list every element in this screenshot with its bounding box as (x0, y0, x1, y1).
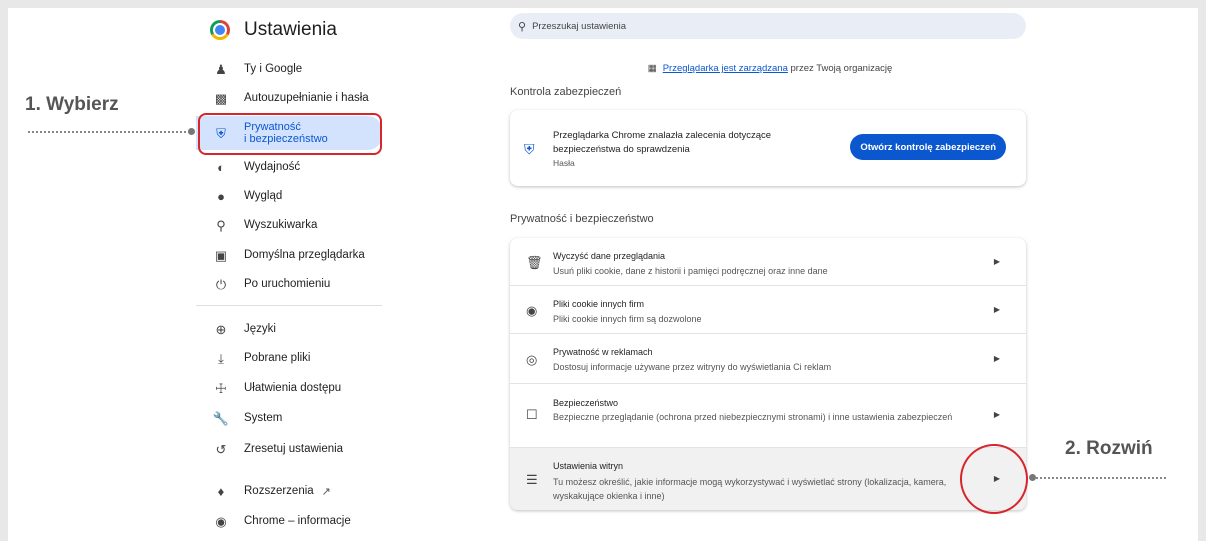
chrome-logo-icon (210, 20, 230, 40)
row-title: Ustawienia witryn (553, 461, 624, 471)
privacy-highlight-box (198, 113, 382, 155)
sidebar-item-reset[interactable]: ↺ Zresetuj ustawienia (196, 435, 382, 463)
sidebar-item-performance[interactable]: ◐ Wydajność (196, 153, 382, 181)
wrench-icon: 🔧 (212, 410, 230, 426)
search-input[interactable]: Przeszukaj ustawienia (532, 21, 626, 32)
safety-check-card: ⛨ Przeglądarka Chrome znalazła zalecenia… (510, 110, 1026, 186)
row-desc: Bezpieczne przeglądanie (ochrona przed n… (553, 412, 953, 422)
sidebar-item-label: System (244, 411, 283, 424)
external-link-icon: ↗ (321, 485, 331, 498)
safety-check-title: Kontrola zabezpieczeń (510, 86, 622, 98)
step1-dotted-line (28, 131, 190, 133)
page-title: Ustawienia (244, 19, 337, 40)
settings-sidebar: Ustawienia ♟ Ty i Google ▩ Autouzupełnia… (196, 10, 390, 541)
managed-text: przez Twoją organizację (787, 63, 893, 74)
lock-icon: ☐ (526, 407, 538, 422)
shield-check-icon: ⛨ (524, 141, 535, 157)
sidebar-item-label: Ty i Google (244, 62, 303, 75)
sidebar-item-label: Zresetuj ustawienia (244, 442, 344, 455)
trash-icon: 🗑 (526, 255, 543, 270)
building-icon: ▦ (647, 63, 657, 74)
power-icon: ⏻ (215, 276, 227, 292)
managed-link[interactable]: Przeglądarka jest zarządzana (663, 63, 788, 74)
puzzle-icon: ♦ (217, 483, 225, 499)
row-site-settings[interactable]: ☰ Ustawienia witryn Tu możesz określić, … (510, 448, 1026, 510)
search-icon: ⚲ (216, 217, 226, 233)
sidebar-item-label: Języki (244, 322, 276, 335)
step1-annotation: 1. Wybierz (25, 94, 119, 115)
palette-icon: ● (217, 188, 225, 204)
step2-dotted-line (1036, 477, 1166, 479)
row-third-party-cookies[interactable]: ◉ Pliki cookie innych firm Pliki cookie … (510, 286, 1026, 334)
sidebar-divider (196, 305, 382, 306)
row-title: Pliki cookie innych firm (553, 299, 645, 309)
ads-privacy-icon: ◎ (526, 352, 538, 367)
download-icon: ⤓ (218, 350, 224, 366)
sidebar-item-label: Pobrane pliki (244, 351, 311, 364)
browser-icon: ▣ (214, 247, 228, 263)
row-clear-browsing-data[interactable]: 🗑 Wyczyść dane przeglądania Usuń pliki c… (510, 238, 1026, 286)
sidebar-item-label: Autouzupełnianie i hasła (244, 91, 369, 104)
sidebar-item-label: Wygląd (244, 189, 283, 202)
chevron-right-icon: ▶ (993, 305, 1000, 314)
managed-notice: ▦ Przeglądarka jest zarządzana przez Twoj… (510, 63, 1030, 74)
sidebar-item-downloads[interactable]: ⤓ Pobrane pliki (196, 344, 382, 372)
privacy-list-card: 🗑 Wyczyść dane przeglądania Usuń pliki c… (510, 238, 1026, 510)
sidebar-item-you-and-google[interactable]: ♟ Ty i Google (196, 55, 382, 83)
chevron-right-icon: ▶ (993, 257, 1000, 266)
reset-icon: ↺ (215, 441, 227, 457)
row-desc: Pliki cookie innych firm są dozwolone (553, 314, 702, 324)
privacy-section-title: Prywatność i bezpieczeństwo (510, 213, 654, 225)
sidebar-item-search-engine[interactable]: ⚲ Wyszukiwarka (196, 211, 382, 239)
row-title: Prywatność w reklamach (553, 347, 653, 357)
person-icon: ♟ (215, 61, 227, 77)
sidebar-item-accessibility[interactable]: ☩ Ułatwienia dostępu (196, 374, 382, 402)
safety-check-line1: Przeglądarka Chrome znalazła zalecenia d… (553, 130, 772, 141)
cookie-icon: ◉ (526, 303, 538, 318)
sidebar-item-label: Ułatwienia dostępu (244, 381, 342, 394)
sidebar-item-extensions[interactable]: ♦ Rozszerzenia ↗ (196, 477, 382, 505)
chrome-icon: ◉ (215, 513, 227, 529)
sidebar-item-autofill[interactable]: ▩ Autouzupełnianie i hasła (196, 84, 382, 112)
search-icon: ⚲ (518, 20, 527, 33)
chevron-right-icon: ▶ (993, 410, 1000, 419)
row-title: Wyczyść dane przeglądania (553, 251, 665, 261)
sidebar-item-languages[interactable]: ⊕ Języki (196, 315, 382, 343)
sidebar-item-on-startup[interactable]: ⏻ Po uruchomieniu (196, 270, 382, 298)
sidebar-item-label: Po uruchomieniu (244, 277, 331, 290)
sidebar-item-label: Chrome – informacje (244, 514, 351, 527)
step2-dot (1029, 474, 1036, 481)
expand-highlight-circle (960, 444, 1028, 514)
safety-check-sub: Hasła (553, 158, 575, 168)
search-bar[interactable]: ⚲ Przeszukaj ustawienia (510, 13, 1026, 39)
accessibility-icon: ☩ (215, 380, 227, 396)
sidebar-item-label: Domyślna przeglądarka (244, 248, 365, 261)
globe-icon: ⊕ (215, 321, 227, 337)
sidebar-item-appearance[interactable]: ● Wygląd (196, 182, 382, 210)
sliders-icon: ☰ (526, 472, 538, 487)
row-security[interactable]: ☐ Bezpieczeństwo Bezpieczne przeglądanie… (510, 384, 1026, 448)
step2-annotation: 2. Rozwiń (1065, 438, 1153, 459)
safety-check-line2: bezpieczeństwa do sprawdzenia (553, 144, 690, 155)
sidebar-item-label: Wydajność (244, 160, 301, 173)
row-desc: Tu możesz określić, jakie informacje mog… (553, 477, 947, 501)
open-safety-check-button[interactable]: Otwórz kontrolę zabezpieczeń (850, 134, 1006, 160)
row-desc: Dostosuj informacje używane przez witryn… (553, 362, 832, 372)
row-desc: Usuń pliki cookie, dane z historii i pam… (553, 266, 828, 276)
chevron-right-icon: ▶ (993, 354, 1000, 363)
row-title: Bezpieczeństwo (553, 398, 619, 408)
sidebar-item-default-browser[interactable]: ▣ Domyślna przeglądarka (196, 241, 382, 269)
sidebar-item-label: Wyszukiwarka (244, 218, 318, 231)
sidebar-item-label: Rozszerzenia (244, 484, 314, 497)
speedometer-icon: ◐ (217, 159, 225, 175)
step1-dot (188, 128, 195, 135)
sidebar-item-about-chrome[interactable]: ◉ Chrome – informacje (196, 507, 382, 535)
clipboard-icon: ▩ (214, 90, 228, 106)
row-ad-privacy[interactable]: ◎ Prywatność w reklamach Dostosuj inform… (510, 334, 1026, 384)
sidebar-item-system[interactable]: 🔧 System (196, 404, 382, 432)
